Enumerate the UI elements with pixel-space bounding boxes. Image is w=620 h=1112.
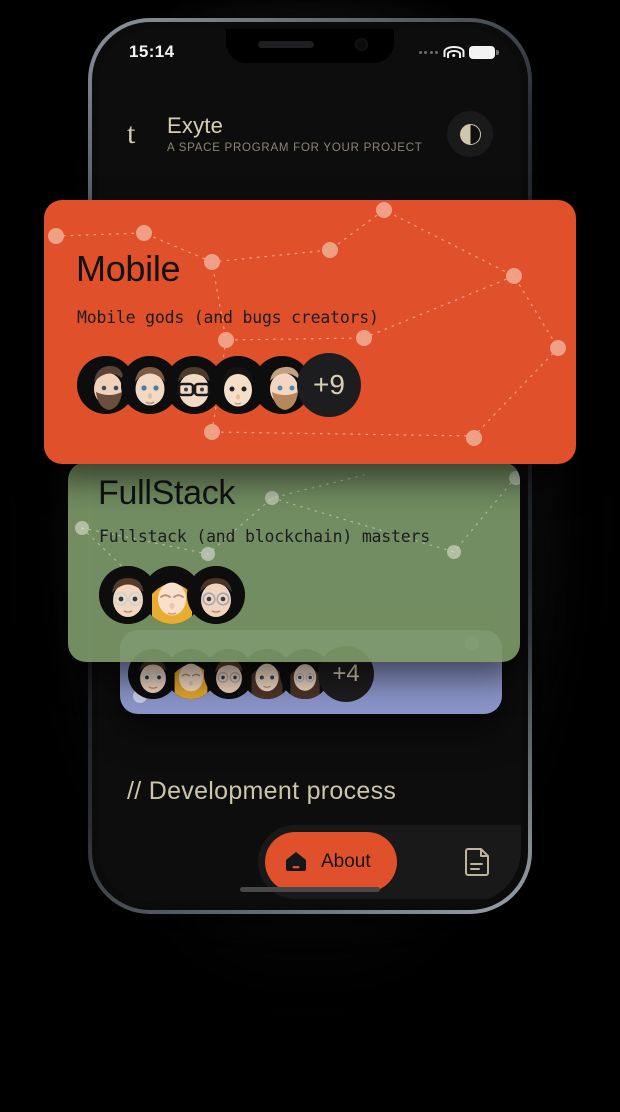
theme-toggle-button[interactable] (447, 111, 493, 157)
avatar-stack: +9 (77, 353, 576, 417)
brand-name: Exyte (167, 113, 224, 139)
team-card-title: FullStack (98, 474, 236, 512)
status-bar-time: 15:14 (129, 42, 175, 61)
signal-dots-icon (418, 50, 438, 54)
team-card-title: Mobile (76, 248, 181, 289)
team-card-subtitle: Mobile gods (and bugs creators) (77, 308, 379, 327)
team-card-fullstack[interactable]: FullStack Fullstack (and blockchain) mas… (68, 462, 520, 662)
front-camera-icon (355, 38, 368, 51)
constellation-pattern (48, 202, 566, 446)
brand-block: Exyte A SPACE PROGRAM FOR YOUR PROJECT (167, 113, 447, 154)
document-icon (465, 848, 490, 876)
app-header: t Exyte A SPACE PROGRAM FOR YOUR PROJECT (99, 111, 521, 157)
tab-about-label: About (321, 851, 371, 872)
exyte-logo-icon: t (127, 117, 136, 150)
home-icon (286, 852, 306, 871)
section-title-development: // Development process (127, 777, 397, 805)
phone-notch (226, 29, 394, 63)
wifi-icon (443, 45, 464, 59)
tab-documents[interactable] (397, 846, 521, 878)
avatar-stack (99, 566, 520, 624)
avatar[interactable] (187, 566, 245, 624)
team-card-mobile[interactable]: Mobile Mobile gods (and bugs creators) +… (44, 200, 576, 464)
team-card-subtitle: Fullstack (and blockchain) masters (99, 527, 430, 546)
avatar-overflow-badge[interactable]: +9 (297, 353, 361, 417)
earpiece-speaker-icon (258, 41, 314, 48)
screenshot-stage: 15:14 t Exyte A SPACE PROGRAM FOR YOUR P… (0, 0, 620, 1112)
status-bar-indicators (418, 45, 499, 59)
home-indicator (240, 887, 380, 892)
brand-tagline: A SPACE PROGRAM FOR YOUR PROJECT (167, 141, 423, 154)
half-circle-icon (459, 123, 481, 145)
battery-icon (469, 45, 499, 59)
tab-about[interactable]: About (265, 832, 397, 892)
